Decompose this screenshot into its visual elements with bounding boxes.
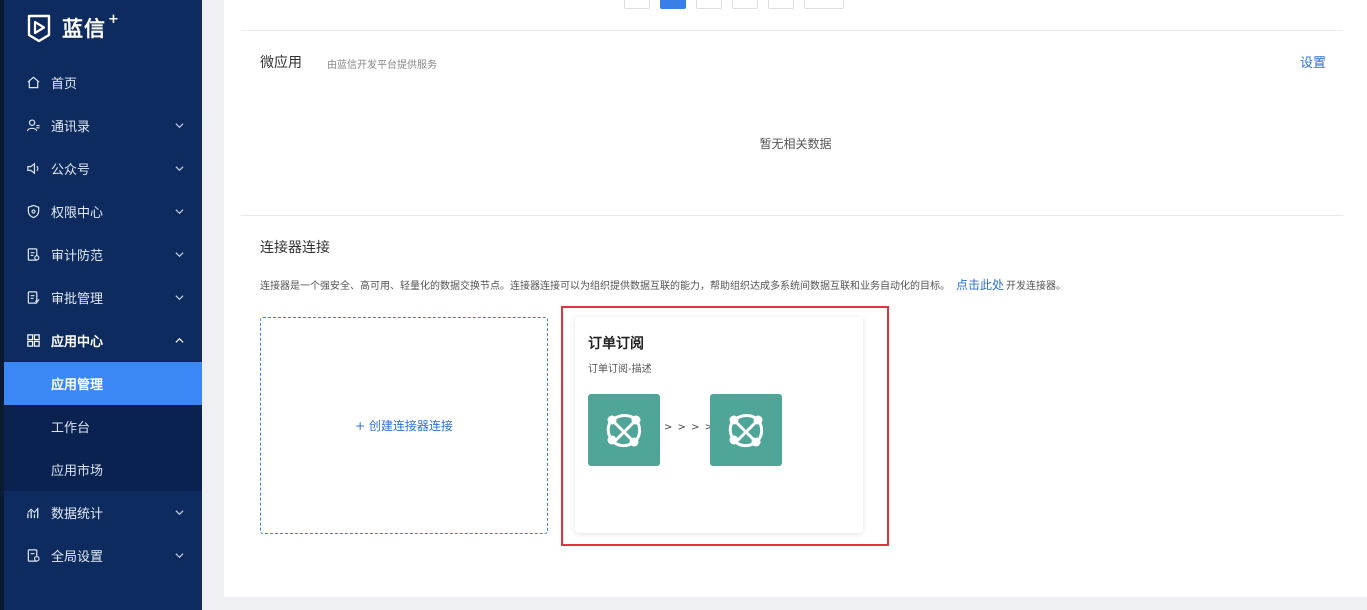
sidebar-subitem-label: 应用市场 bbox=[51, 464, 104, 479]
sidebar-item-label: 公众号 bbox=[51, 163, 91, 178]
brand-name: 蓝信 bbox=[62, 17, 106, 41]
chevron-down-icon bbox=[175, 123, 184, 129]
sidebar-item-label: 权限中心 bbox=[51, 206, 104, 221]
chevron-up-icon bbox=[175, 337, 184, 343]
connectors-title: 连接器连接 bbox=[260, 240, 330, 256]
source-app-icon bbox=[588, 394, 660, 466]
contacts-icon bbox=[26, 118, 41, 133]
sidebar-subitem-label: 应用管理 bbox=[51, 378, 104, 393]
chevron-down-icon bbox=[175, 166, 184, 172]
home-icon bbox=[26, 75, 41, 90]
pagination-jump-input[interactable] bbox=[804, 0, 844, 9]
target-app-icon bbox=[710, 394, 782, 466]
main-panel: 微应用 由蓝信开发平台提供服务 设置 暂无相关数据 连接器连接 连接器是一个强安… bbox=[224, 0, 1367, 597]
sidebar-item-label: 数据统计 bbox=[51, 507, 104, 522]
sidebar-item-label: 通讯录 bbox=[51, 120, 91, 135]
approval-icon bbox=[26, 290, 41, 305]
sidebar-subitem-workbench[interactable]: 工作台 bbox=[4, 405, 202, 448]
sidebar-subitem-label: 工作台 bbox=[51, 421, 91, 436]
sidebar: 蓝信 + 首页 通讯录 公众号 权限中心 审计防范 审批管理 应用中心 应用管理… bbox=[4, 0, 202, 610]
sidebar-item-label: 首页 bbox=[51, 77, 78, 92]
pagination bbox=[624, 0, 854, 10]
brand[interactable]: 蓝信 + bbox=[26, 10, 119, 46]
section-divider bbox=[241, 30, 1343, 31]
pagination-page-button[interactable] bbox=[696, 0, 722, 9]
connectors-description-suffix: 开发连接器。 bbox=[1006, 281, 1067, 292]
micro-apps-subtitle: 由蓝信开发平台提供服务 bbox=[327, 60, 437, 71]
sidebar-item-global-settings[interactable]: 全局设置 bbox=[4, 534, 202, 577]
chevron-down-icon bbox=[175, 553, 184, 559]
create-connector-button[interactable]: + 创建连接器连接 bbox=[260, 317, 548, 534]
app-center-subnav: 应用管理 工作台 应用市场 bbox=[4, 362, 202, 491]
sidebar-item-approval[interactable]: 审批管理 bbox=[4, 276, 202, 319]
develop-connector-link[interactable]: 点击此处 bbox=[956, 278, 1004, 292]
sidebar-item-permissions[interactable]: 权限中心 bbox=[4, 190, 202, 233]
brand-logo-icon bbox=[27, 14, 51, 43]
sidebar-item-app-center[interactable]: 应用中心 bbox=[4, 319, 202, 362]
sidebar-item-label: 审计防范 bbox=[51, 249, 104, 264]
sidebar-item-label: 审批管理 bbox=[51, 292, 104, 307]
sidebar-item-statistics[interactable]: 数据统计 bbox=[4, 491, 202, 534]
sidebar-subitem-app-management[interactable]: 应用管理 bbox=[4, 362, 202, 405]
grid-icon bbox=[26, 333, 41, 348]
connectors-description-text: 连接器是一个强安全、高可用、轻量化的数据交换节点。连接器连接可以为组织提供数据互… bbox=[260, 281, 950, 292]
sidebar-item-official-accounts[interactable]: 公众号 bbox=[4, 147, 202, 190]
pagination-next-button[interactable] bbox=[768, 0, 794, 9]
connector-card[interactable]: 订单订阅 订单订阅-描述 > > > > > bbox=[575, 317, 863, 533]
sidebar-item-audit[interactable]: 审计防范 bbox=[4, 233, 202, 276]
sidebar-subitem-app-market[interactable]: 应用市场 bbox=[4, 448, 202, 491]
audit-icon bbox=[26, 247, 41, 262]
chevron-down-icon bbox=[175, 510, 184, 516]
chart-icon bbox=[26, 505, 41, 520]
pagination-current-page[interactable] bbox=[660, 0, 686, 9]
pagination-prev-button[interactable] bbox=[624, 0, 650, 9]
sidebar-nav: 首页 通讯录 公众号 权限中心 审计防范 审批管理 应用中心 应用管理 工作台 … bbox=[4, 61, 202, 577]
sidebar-item-label: 应用中心 bbox=[51, 335, 104, 350]
brand-plus: + bbox=[108, 11, 119, 27]
sidebar-item-contacts[interactable]: 通讯录 bbox=[4, 104, 202, 147]
shield-icon bbox=[26, 204, 41, 219]
sidebar-item-home[interactable]: 首页 bbox=[4, 61, 202, 104]
micro-apps-settings-link[interactable]: 设置 bbox=[1300, 52, 1326, 71]
speaker-icon bbox=[26, 161, 41, 176]
empty-state-text: 暂无相关数据 bbox=[759, 137, 832, 151]
chevron-down-icon bbox=[175, 295, 184, 301]
connector-card-description: 订单订阅-描述 bbox=[588, 364, 652, 375]
pagination-page-button[interactable] bbox=[732, 0, 758, 9]
connectors-description: 连接器是一个强安全、高可用、轻量化的数据交换节点。连接器连接可以为组织提供数据互… bbox=[260, 276, 1066, 293]
settings-icon bbox=[26, 548, 41, 563]
chevron-down-icon bbox=[175, 252, 184, 258]
micro-apps-title: 微应用 bbox=[260, 55, 302, 71]
sidebar-item-label: 全局设置 bbox=[51, 550, 104, 565]
connector-card-title: 订单订阅 bbox=[588, 336, 644, 352]
section-divider bbox=[241, 215, 1343, 216]
create-connector-label: + 创建连接器连接 bbox=[355, 419, 453, 433]
chevron-down-icon bbox=[175, 209, 184, 215]
